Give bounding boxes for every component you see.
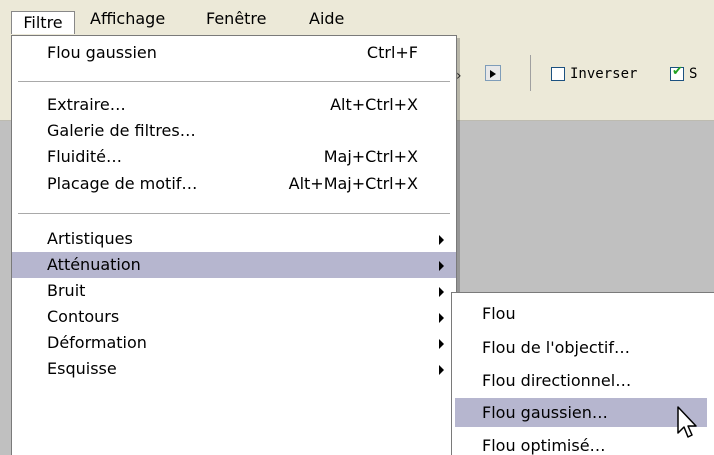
menu-item-esquisse[interactable]: Esquisse bbox=[12, 356, 456, 382]
menu-bar: Filtre Affichage Fenêtre Aide bbox=[0, 0, 714, 37]
menu-item-contours[interactable]: Contours bbox=[12, 304, 456, 330]
menu-item-fluidite[interactable]: Fluidité… Maj+Ctrl+X bbox=[12, 144, 456, 170]
submenu-item-label: Flou de l'objectif… bbox=[482, 338, 630, 357]
menu-item-galerie-filtres[interactable]: Galerie de filtres… bbox=[12, 118, 456, 144]
menu-item-label: Extraire… bbox=[47, 95, 126, 114]
menu-item-shortcut: Ctrl+F bbox=[366, 43, 418, 62]
menu-item-label: Esquisse bbox=[47, 359, 117, 378]
invert-label: Inverser bbox=[570, 66, 638, 82]
submenu-item-label: Flou optimisé… bbox=[482, 436, 606, 455]
menu-item-label: Déformation bbox=[47, 333, 147, 352]
menu-item-attenuation[interactable]: Atténuation bbox=[12, 252, 456, 278]
menu-separator bbox=[18, 213, 450, 215]
menu-item-label: Contours bbox=[47, 307, 120, 326]
menu-item-last-filter[interactable]: Flou gaussien Ctrl+F bbox=[12, 40, 456, 66]
screen: Filtre Affichage Fenêtre Aide › Inverser… bbox=[0, 0, 714, 455]
menu-item-bruit[interactable]: Bruit bbox=[12, 278, 456, 304]
check-icon: ✔ bbox=[672, 64, 683, 79]
invert-checkbox[interactable] bbox=[551, 67, 565, 81]
menubar-item-fenetre[interactable]: Fenêtre bbox=[206, 8, 267, 30]
menu-item-artistiques[interactable]: Artistiques bbox=[12, 226, 456, 252]
submenu-arrow-icon bbox=[439, 339, 444, 349]
menu-item-label: Atténuation bbox=[47, 255, 141, 274]
submenu-item-flou-gaussien[interactable]: Flou gaussien… bbox=[455, 398, 707, 427]
play-arrow-icon bbox=[490, 70, 496, 78]
mouse-pointer-icon bbox=[677, 406, 697, 438]
submenu-arrow-icon bbox=[439, 365, 444, 375]
submenu-item-label: Flou directionnel… bbox=[482, 371, 632, 390]
submenu-item-flou-optimise[interactable]: Flou optimisé… bbox=[452, 431, 714, 455]
menu-item-label: Artistiques bbox=[47, 229, 133, 248]
menu-item-extraire[interactable]: Extraire… Alt+Ctrl+X bbox=[12, 92, 456, 118]
menu-item-shortcut: Maj+Ctrl+X bbox=[323, 147, 418, 166]
submenu-item-flou-directionnel[interactable]: Flou directionnel… bbox=[452, 366, 714, 395]
menu-item-placage-motif[interactable]: Placage de motif… Alt+Maj+Ctrl+X bbox=[12, 171, 456, 197]
menu-item-label: Placage de motif… bbox=[47, 174, 198, 193]
menu-separator bbox=[18, 81, 450, 83]
menubar-item-aide[interactable]: Aide bbox=[309, 8, 344, 30]
menu-item-shortcut: Alt+Ctrl+X bbox=[330, 95, 418, 114]
submenu-item-label: Flou gaussien… bbox=[482, 403, 608, 422]
attenuation-submenu: Flou Flou de l'objectif… Flou directionn… bbox=[451, 292, 714, 455]
second-checkbox[interactable]: ✔ bbox=[670, 64, 684, 81]
menu-item-shortcut: Alt+Maj+Ctrl+X bbox=[288, 174, 418, 193]
toolbar-separator bbox=[530, 55, 531, 91]
submenu-arrow-icon bbox=[439, 261, 444, 271]
submenu-item-flou-objectif[interactable]: Flou de l'objectif… bbox=[452, 333, 714, 362]
menu-item-label: Bruit bbox=[47, 281, 86, 300]
submenu-arrow-icon bbox=[439, 235, 444, 245]
filter-menu: Flou gaussien Ctrl+F Extraire… Alt+Ctrl+… bbox=[11, 35, 457, 455]
toolbar-arrow-button[interactable] bbox=[485, 65, 501, 81]
submenu-item-label: Flou bbox=[482, 304, 516, 323]
second-checkbox-label: S bbox=[689, 66, 698, 82]
menubar-item-affichage[interactable]: Affichage bbox=[90, 8, 165, 30]
submenu-arrow-icon bbox=[439, 313, 444, 323]
submenu-arrow-icon bbox=[439, 287, 444, 297]
menu-item-deformation[interactable]: Déformation bbox=[12, 330, 456, 356]
menu-item-label: Fluidité… bbox=[47, 147, 122, 166]
submenu-item-flou[interactable]: Flou bbox=[452, 299, 714, 328]
menu-item-label: Flou gaussien bbox=[47, 43, 157, 62]
menu-item-label: Galerie de filtres… bbox=[47, 121, 196, 140]
